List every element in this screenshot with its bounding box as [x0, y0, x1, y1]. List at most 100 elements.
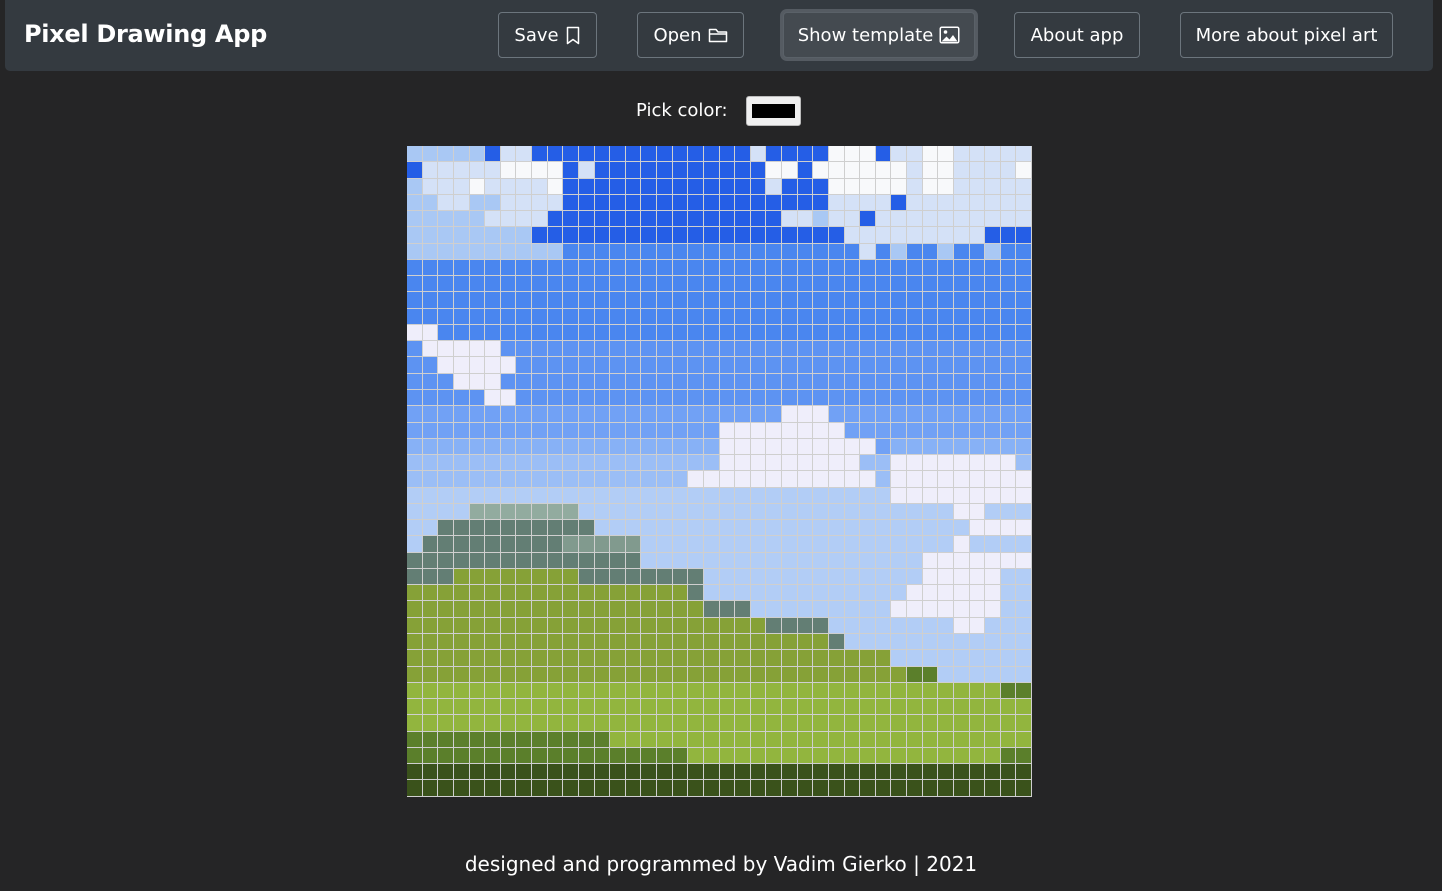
pixel-cell[interactable]	[750, 438, 767, 456]
pixel-cell[interactable]	[891, 747, 907, 765]
pixel-cell[interactable]	[657, 243, 673, 260]
pixel-cell[interactable]	[985, 162, 1001, 179]
pixel-cell[interactable]	[719, 324, 736, 342]
pixel-cell[interactable]	[547, 764, 564, 781]
pixel-cell[interactable]	[985, 308, 1001, 325]
pixel-cell[interactable]	[860, 211, 876, 228]
pixel-cell[interactable]	[438, 747, 454, 765]
pixel-cell[interactable]	[782, 731, 798, 748]
pixel-cell[interactable]	[875, 357, 892, 374]
pixel-cell[interactable]	[782, 536, 798, 553]
pixel-cell[interactable]	[844, 585, 861, 602]
pixel-cell[interactable]	[453, 422, 470, 439]
pixel-cell[interactable]	[641, 243, 657, 260]
pixel-cell[interactable]	[875, 276, 892, 293]
pixel-cell[interactable]	[844, 438, 861, 456]
pixel-cell[interactable]	[578, 699, 595, 716]
pixel-cell[interactable]	[1000, 568, 1017, 586]
pixel-cell[interactable]	[703, 715, 720, 732]
pixel-cell[interactable]	[532, 324, 548, 342]
pixel-cell[interactable]	[657, 568, 673, 586]
more-about-pixel-art-button[interactable]: More about pixel art	[1180, 12, 1393, 58]
pixel-cell[interactable]	[563, 764, 579, 781]
pixel-cell[interactable]	[688, 243, 704, 260]
pixel-cell[interactable]	[453, 715, 470, 732]
pixel-cell[interactable]	[922, 406, 939, 423]
pixel-cell[interactable]	[688, 406, 704, 423]
pixel-cell[interactable]	[594, 324, 611, 342]
pixel-cell[interactable]	[485, 373, 501, 390]
pixel-cell[interactable]	[532, 617, 548, 634]
pixel-cell[interactable]	[1000, 406, 1017, 423]
pixel-cell[interactable]	[1016, 438, 1032, 456]
pixel-cell[interactable]	[797, 389, 814, 407]
pixel-cell[interactable]	[907, 568, 923, 586]
pixel-cell[interactable]	[610, 341, 626, 358]
pixel-cell[interactable]	[610, 422, 626, 439]
pixel-cell[interactable]	[750, 243, 767, 260]
pixel-cell[interactable]	[610, 699, 626, 716]
pixel-cell[interactable]	[1000, 422, 1017, 439]
pixel-cell[interactable]	[1016, 617, 1032, 634]
pixel-cell[interactable]	[563, 633, 579, 651]
pixel-cell[interactable]	[407, 276, 423, 293]
pixel-cell[interactable]	[782, 666, 798, 683]
pixel-cell[interactable]	[532, 389, 548, 407]
pixel-cell[interactable]	[907, 471, 923, 488]
pixel-cell[interactable]	[407, 292, 423, 309]
pixel-cell[interactable]	[438, 666, 454, 683]
pixel-cell[interactable]	[1000, 389, 1017, 407]
pixel-cell[interactable]	[563, 503, 579, 521]
pixel-cell[interactable]	[703, 666, 720, 683]
pixel-cell[interactable]	[985, 650, 1001, 667]
pixel-cell[interactable]	[1016, 162, 1032, 179]
pixel-cell[interactable]	[953, 747, 970, 765]
pixel-cell[interactable]	[657, 341, 673, 358]
pixel-cell[interactable]	[516, 601, 532, 618]
pixel-cell[interactable]	[860, 552, 876, 569]
pixel-cell[interactable]	[1016, 715, 1032, 732]
pixel-cell[interactable]	[657, 536, 673, 553]
pixel-cell[interactable]	[844, 324, 861, 342]
pixel-cell[interactable]	[688, 699, 704, 716]
pixel-cell[interactable]	[938, 194, 954, 212]
pixel-cell[interactable]	[641, 682, 657, 700]
pixel-cell[interactable]	[1000, 211, 1017, 228]
pixel-cell[interactable]	[485, 715, 501, 732]
pixel-cell[interactable]	[703, 650, 720, 667]
pixel-cell[interactable]	[1016, 666, 1032, 683]
pixel-cell[interactable]	[532, 503, 548, 521]
pixel-cell[interactable]	[438, 243, 454, 260]
pixel-cell[interactable]	[938, 633, 954, 651]
pixel-cell[interactable]	[500, 780, 517, 797]
pixel-cell[interactable]	[735, 503, 751, 521]
pixel-cell[interactable]	[797, 617, 814, 634]
pixel-cell[interactable]	[891, 324, 907, 342]
pixel-cell[interactable]	[610, 194, 626, 212]
pixel-cell[interactable]	[610, 276, 626, 293]
pixel-cell[interactable]	[782, 276, 798, 293]
pixel-cell[interactable]	[703, 731, 720, 748]
pixel-cell[interactable]	[485, 585, 501, 602]
pixel-cell[interactable]	[922, 487, 939, 504]
pixel-cell[interactable]	[782, 227, 798, 244]
pixel-cell[interactable]	[453, 552, 470, 569]
pixel-cell[interactable]	[813, 146, 829, 163]
pixel-cell[interactable]	[532, 308, 548, 325]
pixel-cell[interactable]	[953, 422, 970, 439]
pixel-cell[interactable]	[610, 731, 626, 748]
pixel-cell[interactable]	[875, 422, 892, 439]
pixel-cell[interactable]	[516, 585, 532, 602]
pixel-cell[interactable]	[969, 585, 986, 602]
pixel-cell[interactable]	[891, 438, 907, 456]
pixel-cell[interactable]	[750, 162, 767, 179]
color-picker-input[interactable]	[746, 96, 801, 126]
pixel-cell[interactable]	[500, 503, 517, 521]
pixel-cell[interactable]	[735, 471, 751, 488]
pixel-cell[interactable]	[969, 552, 986, 569]
pixel-cell[interactable]	[516, 389, 532, 407]
pixel-cell[interactable]	[578, 487, 595, 504]
pixel-cell[interactable]	[797, 633, 814, 651]
pixel-cell[interactable]	[969, 617, 986, 634]
pixel-cell[interactable]	[469, 699, 486, 716]
